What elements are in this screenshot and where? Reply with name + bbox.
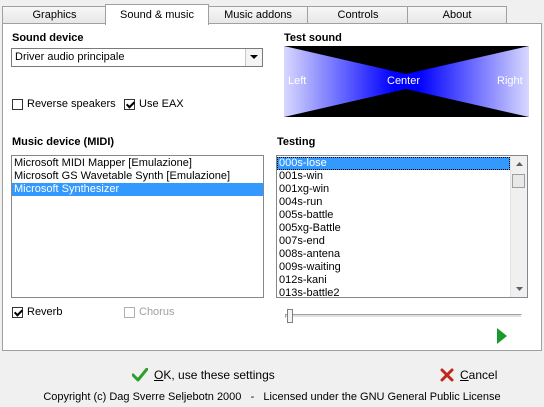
tab-sound-music[interactable]: Sound & music xyxy=(105,4,209,25)
scroll-up-icon[interactable] xyxy=(511,156,527,172)
tab-about[interactable]: About xyxy=(407,6,507,24)
tab-label: Music addons xyxy=(224,9,292,21)
test-sound-label: Test sound xyxy=(284,32,342,44)
reverb-label: Reverb xyxy=(27,306,63,318)
scroll-thumb[interactable] xyxy=(512,174,525,188)
tab-label: Controls xyxy=(337,9,379,21)
tab-strip: Graphics Sound & music Music addons Cont… xyxy=(2,4,542,25)
checkbox-box[interactable] xyxy=(12,306,23,318)
checkmark-icon xyxy=(132,368,148,382)
list-item[interactable]: 001xg-win xyxy=(277,183,510,196)
list-item[interactable]: Microsoft Synthesizer xyxy=(12,183,263,196)
sound-device-label: Sound device xyxy=(12,32,84,44)
ok-label-rest: K, use these settings xyxy=(163,368,275,382)
ok-button-label: OK, use these settings xyxy=(154,368,275,382)
list-item[interactable]: 005xg-Battle xyxy=(277,222,510,235)
copyright-footer: Copyright (c) Dag Sverre Seljebotn 2000 … xyxy=(43,391,501,403)
tab-label: Sound & music xyxy=(120,9,194,21)
list-item[interactable]: 004s-run xyxy=(277,196,510,209)
testing-scrollbar[interactable] xyxy=(510,156,527,297)
chorus-checkbox[interactable]: Chorus xyxy=(124,306,174,318)
music-device-label: Music device (MIDI) xyxy=(12,136,115,148)
scroll-down-icon[interactable] xyxy=(511,281,527,297)
reverse-speakers-checkbox[interactable]: Reverse speakers xyxy=(12,98,116,110)
cancel-label-rest: ancel xyxy=(468,368,498,382)
playback-slider-track[interactable] xyxy=(285,314,522,318)
tab-label: About xyxy=(442,9,472,21)
chevron-down-icon[interactable] xyxy=(245,49,262,66)
left-label: Left xyxy=(288,75,307,87)
use-eax-checkbox[interactable]: Use EAX xyxy=(124,98,184,110)
checkbox-box[interactable] xyxy=(124,306,135,318)
list-item[interactable]: 009s-waiting xyxy=(277,261,510,274)
tab-music-addons[interactable]: Music addons xyxy=(207,6,309,24)
list-item[interactable]: 001s-win xyxy=(277,170,510,183)
play-icon[interactable] xyxy=(497,328,507,347)
tab-label: Graphics xyxy=(32,9,77,21)
use-eax-label: Use EAX xyxy=(139,98,184,110)
ok-button[interactable]: OK, use these settings xyxy=(132,368,275,382)
sound-device-select[interactable]: Driver audio principale xyxy=(11,48,263,67)
list-item[interactable]: 012s-kani xyxy=(277,274,510,287)
list-item[interactable]: Microsoft GS Wavetable Synth [Emulazione… xyxy=(12,170,263,183)
list-item[interactable]: 007s-end xyxy=(277,235,510,248)
test-sound-panner[interactable]: Left Center Right xyxy=(284,46,529,117)
tab-graphics[interactable]: Graphics xyxy=(2,6,107,24)
list-item[interactable]: Microsoft MIDI Mapper [Emulazione] xyxy=(12,157,263,170)
close-icon xyxy=(440,368,454,382)
list-item[interactable]: 005s-battle xyxy=(277,209,510,222)
testing-label: Testing xyxy=(277,136,316,148)
reverse-speakers-label: Reverse speakers xyxy=(27,98,116,110)
checkbox-box[interactable] xyxy=(12,98,23,110)
tab-controls[interactable]: Controls xyxy=(307,6,409,24)
list-item[interactable]: 000s-lose xyxy=(277,157,510,170)
list-item[interactable]: 008s-antena xyxy=(277,248,510,261)
cancel-button[interactable]: Cancel xyxy=(440,368,497,382)
reverb-checkbox[interactable]: Reverb xyxy=(12,306,62,318)
cancel-button-label: Cancel xyxy=(460,368,497,382)
testing-list[interactable]: 000s-lose 001s-win 001xg-win 004s-run 00… xyxy=(276,155,528,298)
sound-device-value: Driver audio principale xyxy=(15,51,125,63)
checkbox-box[interactable] xyxy=(124,98,135,110)
center-label: Center xyxy=(387,75,421,87)
right-label: Right xyxy=(497,75,523,87)
ok-accelerator: O xyxy=(154,368,164,382)
list-item[interactable]: 013s-battle2 xyxy=(277,287,510,297)
chorus-label: Chorus xyxy=(139,306,175,318)
cancel-accelerator: C xyxy=(460,368,469,382)
playback-slider-thumb[interactable] xyxy=(287,309,293,323)
music-device-list[interactable]: Microsoft MIDI Mapper [Emulazione] Micro… xyxy=(11,155,264,298)
